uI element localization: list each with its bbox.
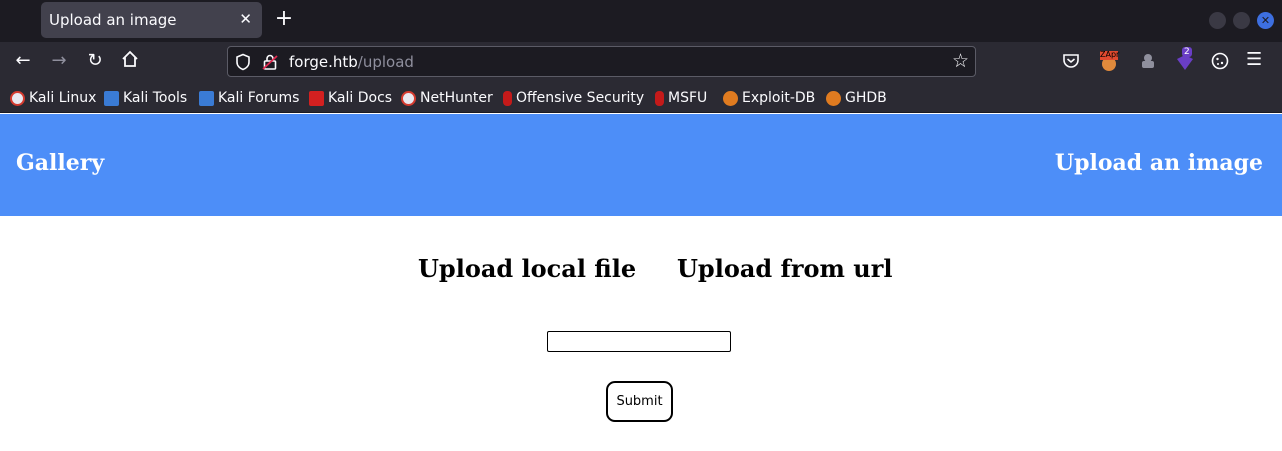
zap-extension-icon[interactable]: ZApr (1098, 50, 1120, 71)
upload-local-file-option[interactable]: Upload local file (418, 254, 636, 283)
bookmark-label: MSFU (668, 90, 708, 106)
nethunter-icon (401, 90, 416, 106)
url-input[interactable] (547, 331, 731, 352)
url-text: forge.htb/upload (289, 53, 414, 71)
tab-close-icon[interactable]: ✕ (239, 10, 252, 28)
zap-extension-badge: ZApr (1100, 50, 1120, 59)
bookmark-label: Offensive Security (516, 90, 645, 106)
bookmark-label: Kali Forums (218, 90, 300, 106)
home-icon[interactable] (119, 50, 141, 73)
forward-icon[interactable]: → (48, 50, 70, 71)
url-path: /upload (357, 53, 414, 71)
submit-button[interactable]: Submit (606, 381, 673, 422)
bookmark-label: NetHunter (420, 90, 493, 106)
minimize-button[interactable] (1209, 12, 1226, 29)
kali-tools-icon (104, 90, 119, 106)
puzzle-extension-icon[interactable] (1138, 51, 1158, 71)
offsec-icon (503, 90, 512, 106)
new-tab-icon[interactable]: + (274, 6, 294, 31)
bookmark-label: Exploit-DB (742, 90, 816, 106)
bookmark-star-icon[interactable]: ☆ (952, 50, 969, 72)
back-icon[interactable]: ← (12, 50, 34, 71)
menu-icon[interactable]: ☰ (1246, 49, 1266, 70)
reload-icon[interactable]: ↻ (84, 50, 106, 71)
bookmark-exploit-db[interactable]: Exploit-DB (723, 88, 815, 108)
close-window-button[interactable]: ✕ (1257, 12, 1274, 29)
bookmark-kali-linux[interactable]: Kali Linux (10, 88, 96, 108)
exploit-db-icon (723, 90, 738, 106)
bookmark-nethunter[interactable]: NetHunter (401, 88, 493, 108)
url-bar[interactable]: forge.htb/upload ☆ (227, 46, 976, 77)
bookmark-kali-forums[interactable]: Kali Forums (199, 88, 299, 108)
bookmarks-toolbar: Kali Linux Kali Tools Kali Forums Kali D… (0, 82, 1282, 113)
kali-icon (10, 90, 25, 106)
bookmark-kali-tools[interactable]: Kali Tools (104, 88, 187, 108)
notify-extension-badge: 2 (1182, 47, 1192, 57)
kali-forums-icon (199, 90, 214, 106)
url-host: forge.htb (289, 53, 358, 71)
bookmark-offensive-security[interactable]: Offensive Security (503, 88, 644, 108)
ghdb-icon (826, 90, 841, 106)
nav-bar: ← → ↻ forge.htb/upload ☆ ZApr 2 ☰ (0, 42, 1282, 82)
tab-title: Upload an image (49, 11, 177, 29)
shield-icon[interactable] (235, 53, 251, 75)
upload-image-link[interactable]: Upload an image (1055, 150, 1263, 176)
maximize-button[interactable] (1233, 12, 1250, 29)
active-tab[interactable]: Upload an image ✕ (41, 2, 262, 38)
cookie-icon[interactable] (1210, 51, 1230, 71)
upload-from-url-option[interactable]: Upload from url (677, 254, 892, 283)
tab-bar: Upload an image ✕ + ✕ (0, 0, 1282, 42)
site-header: Gallery Upload an image (0, 114, 1282, 216)
gallery-link[interactable]: Gallery (16, 150, 104, 176)
msfu-icon (655, 90, 664, 106)
bookmark-label: Kali Linux (29, 90, 97, 106)
kali-docs-icon (309, 90, 324, 106)
notify-extension-icon[interactable]: 2 (1174, 47, 1194, 71)
insecure-lock-icon[interactable] (262, 53, 278, 75)
bookmark-label: Kali Tools (123, 90, 188, 106)
pocket-icon[interactable] (1061, 51, 1081, 71)
bookmark-label: Kali Docs (328, 90, 393, 106)
bookmark-ghdb[interactable]: GHDB (826, 88, 887, 108)
bookmark-label: GHDB (845, 90, 887, 106)
bookmark-msfu[interactable]: MSFU (655, 88, 707, 108)
bookmark-kali-docs[interactable]: Kali Docs (309, 88, 392, 108)
